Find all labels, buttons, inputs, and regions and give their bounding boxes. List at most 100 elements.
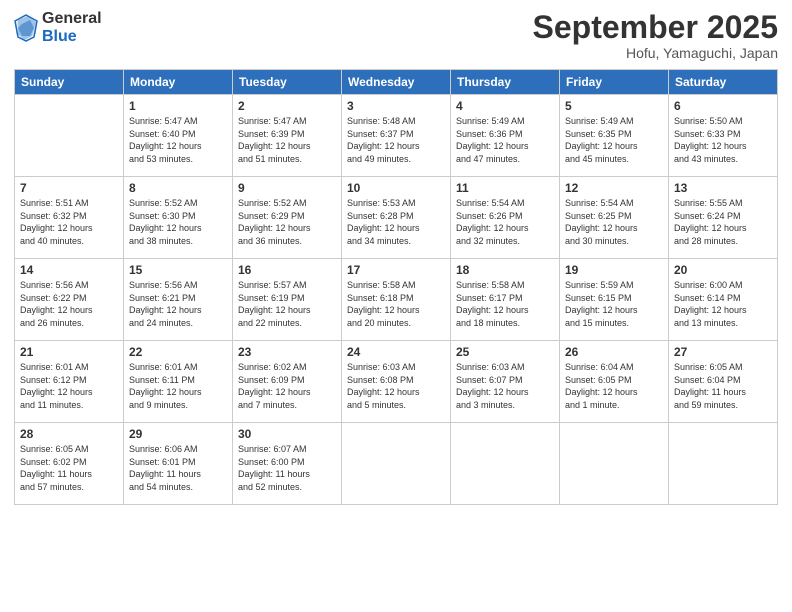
day-number: 19: [565, 263, 663, 277]
col-saturday: Saturday: [669, 70, 778, 95]
col-tuesday: Tuesday: [233, 70, 342, 95]
cell-info: Sunrise: 5:49 AM Sunset: 6:36 PM Dayligh…: [456, 115, 554, 165]
calendar-cell-w5-d6: [560, 423, 669, 505]
cell-info: Sunrise: 5:58 AM Sunset: 6:18 PM Dayligh…: [347, 279, 445, 329]
cell-info: Sunrise: 5:48 AM Sunset: 6:37 PM Dayligh…: [347, 115, 445, 165]
calendar-cell-w5-d5: [451, 423, 560, 505]
day-number: 27: [674, 345, 772, 359]
calendar-cell-w4-d7: 27 Sunrise: 6:05 AM Sunset: 6:04 PM Dayli…: [669, 341, 778, 423]
calendar-cell-w2-d5: 11 Sunrise: 5:54 AM Sunset: 6:26 PM Dayli…: [451, 177, 560, 259]
calendar-cell-w1-d2: 1 Sunrise: 5:47 AM Sunset: 6:40 PM Daylig…: [124, 95, 233, 177]
calendar-cell-w3-d3: 16 Sunrise: 5:57 AM Sunset: 6:19 PM Dayli…: [233, 259, 342, 341]
calendar-cell-w2-d6: 12 Sunrise: 5:54 AM Sunset: 6:25 PM Dayli…: [560, 177, 669, 259]
day-number: 23: [238, 345, 336, 359]
day-number: 2: [238, 99, 336, 113]
calendar-cell-w2-d7: 13Sunrise: 5:55 AM Sunset: 6:24 PM Dayli…: [669, 177, 778, 259]
title-block: September 2025 Hofu, Yamaguchi, Japan: [533, 10, 778, 61]
calendar-cell-w5-d2: 29 Sunrise: 6:06 AM Sunset: 6:01 PM Dayli…: [124, 423, 233, 505]
calendar-cell-w3-d6: 19 Sunrise: 5:59 AM Sunset: 6:15 PM Dayli…: [560, 259, 669, 341]
calendar-cell-w2-d1: 7 Sunrise: 5:51 AM Sunset: 6:32 PM Daylig…: [15, 177, 124, 259]
calendar-cell-w4-d4: 24 Sunrise: 6:03 AM Sunset: 6:08 PM Dayli…: [342, 341, 451, 423]
calendar-cell-w1-d7: 6Sunrise: 5:50 AM Sunset: 6:33 PM Daylig…: [669, 95, 778, 177]
col-friday: Friday: [560, 70, 669, 95]
cell-info: Sunrise: 5:55 AM Sunset: 6:24 PM Dayligh…: [674, 197, 772, 247]
calendar-cell-w4-d5: 25Sunrise: 6:03 AM Sunset: 6:07 PM Dayli…: [451, 341, 560, 423]
cell-info: Sunrise: 5:51 AM Sunset: 6:32 PM Dayligh…: [20, 197, 118, 247]
location: Hofu, Yamaguchi, Japan: [533, 45, 778, 61]
calendar-cell-w4-d6: 26 Sunrise: 6:04 AM Sunset: 6:05 PM Dayli…: [560, 341, 669, 423]
day-number: 28: [20, 427, 118, 441]
day-number: 15: [129, 263, 227, 277]
day-number: 10: [347, 181, 445, 195]
day-number: 7: [20, 181, 118, 195]
cell-info: Sunrise: 5:52 AM Sunset: 6:30 PM Dayligh…: [129, 197, 227, 247]
cell-info: Sunrise: 6:07 AM Sunset: 6:00 PM Dayligh…: [238, 443, 336, 493]
col-thursday: Thursday: [451, 70, 560, 95]
header: General Blue September 2025 Hofu, Yamagu…: [14, 10, 778, 61]
cell-info: Sunrise: 6:03 AM Sunset: 6:08 PM Dayligh…: [347, 361, 445, 411]
cell-info: Sunrise: 5:59 AM Sunset: 6:15 PM Dayligh…: [565, 279, 663, 329]
col-wednesday: Wednesday: [342, 70, 451, 95]
day-number: 4: [456, 99, 554, 113]
calendar-week-2: 7 Sunrise: 5:51 AM Sunset: 6:32 PM Daylig…: [15, 177, 778, 259]
cell-info: Sunrise: 6:03 AM Sunset: 6:07 PM Dayligh…: [456, 361, 554, 411]
calendar-cell-w5-d4: [342, 423, 451, 505]
cell-info: Sunrise: 6:02 AM Sunset: 6:09 PM Dayligh…: [238, 361, 336, 411]
calendar-cell-w4-d3: 23 Sunrise: 6:02 AM Sunset: 6:09 PM Dayli…: [233, 341, 342, 423]
cell-info: Sunrise: 5:53 AM Sunset: 6:28 PM Dayligh…: [347, 197, 445, 247]
cell-info: Sunrise: 5:56 AM Sunset: 6:22 PM Dayligh…: [20, 279, 118, 329]
cell-info: Sunrise: 6:05 AM Sunset: 6:02 PM Dayligh…: [20, 443, 118, 493]
day-number: 11: [456, 181, 554, 195]
cell-info: Sunrise: 5:54 AM Sunset: 6:26 PM Dayligh…: [456, 197, 554, 247]
day-number: 30: [238, 427, 336, 441]
logo: General Blue: [14, 10, 102, 45]
cell-info: Sunrise: 6:01 AM Sunset: 6:11 PM Dayligh…: [129, 361, 227, 411]
day-number: 20: [674, 263, 772, 277]
cell-info: Sunrise: 5:50 AM Sunset: 6:33 PM Dayligh…: [674, 115, 772, 165]
page: General Blue September 2025 Hofu, Yamagu…: [0, 0, 792, 612]
day-number: 12: [565, 181, 663, 195]
col-sunday: Sunday: [15, 70, 124, 95]
calendar-header-row: Sunday Monday Tuesday Wednesday Thursday…: [15, 70, 778, 95]
calendar-cell-w1-d4: 3Sunrise: 5:48 AM Sunset: 6:37 PM Daylig…: [342, 95, 451, 177]
cell-info: Sunrise: 6:00 AM Sunset: 6:14 PM Dayligh…: [674, 279, 772, 329]
cell-info: Sunrise: 6:01 AM Sunset: 6:12 PM Dayligh…: [20, 361, 118, 411]
day-number: 21: [20, 345, 118, 359]
calendar-cell-w3-d4: 17 Sunrise: 5:58 AM Sunset: 6:18 PM Dayli…: [342, 259, 451, 341]
calendar-week-1: 1 Sunrise: 5:47 AM Sunset: 6:40 PM Daylig…: [15, 95, 778, 177]
cell-info: Sunrise: 5:56 AM Sunset: 6:21 PM Dayligh…: [129, 279, 227, 329]
calendar-cell-w3-d2: 15 Sunrise: 5:56 AM Sunset: 6:21 PM Dayli…: [124, 259, 233, 341]
day-number: 8: [129, 181, 227, 195]
calendar-cell-w4-d2: 22 Sunrise: 6:01 AM Sunset: 6:11 PM Dayli…: [124, 341, 233, 423]
day-number: 18: [456, 263, 554, 277]
day-number: 24: [347, 345, 445, 359]
calendar-cell-w1-d5: 4 Sunrise: 5:49 AM Sunset: 6:36 PM Daylig…: [451, 95, 560, 177]
calendar-cell-w3-d1: 14Sunrise: 5:56 AM Sunset: 6:22 PM Dayli…: [15, 259, 124, 341]
calendar-cell-w3-d7: 20 Sunrise: 6:00 AM Sunset: 6:14 PM Dayli…: [669, 259, 778, 341]
day-number: 17: [347, 263, 445, 277]
cell-info: Sunrise: 5:52 AM Sunset: 6:29 PM Dayligh…: [238, 197, 336, 247]
day-number: 16: [238, 263, 336, 277]
day-number: 1: [129, 99, 227, 113]
day-number: 22: [129, 345, 227, 359]
calendar-cell-w2-d4: 10 Sunrise: 5:53 AM Sunset: 6:28 PM Dayli…: [342, 177, 451, 259]
calendar-week-3: 14Sunrise: 5:56 AM Sunset: 6:22 PM Dayli…: [15, 259, 778, 341]
calendar-cell-w2-d2: 8 Sunrise: 5:52 AM Sunset: 6:30 PM Daylig…: [124, 177, 233, 259]
day-number: 5: [565, 99, 663, 113]
cell-info: Sunrise: 6:05 AM Sunset: 6:04 PM Dayligh…: [674, 361, 772, 411]
cell-info: Sunrise: 5:57 AM Sunset: 6:19 PM Dayligh…: [238, 279, 336, 329]
logo-icon: [14, 14, 38, 42]
calendar-cell-w5-d1: 28 Sunrise: 6:05 AM Sunset: 6:02 PM Dayli…: [15, 423, 124, 505]
cell-info: Sunrise: 5:54 AM Sunset: 6:25 PM Dayligh…: [565, 197, 663, 247]
day-number: 29: [129, 427, 227, 441]
cell-info: Sunrise: 5:47 AM Sunset: 6:40 PM Dayligh…: [129, 115, 227, 165]
calendar-cell-w4-d1: 21 Sunrise: 6:01 AM Sunset: 6:12 PM Dayli…: [15, 341, 124, 423]
calendar-cell-w1-d6: 5 Sunrise: 5:49 AM Sunset: 6:35 PM Daylig…: [560, 95, 669, 177]
cell-info: Sunrise: 6:04 AM Sunset: 6:05 PM Dayligh…: [565, 361, 663, 411]
day-number: 26: [565, 345, 663, 359]
cell-info: Sunrise: 6:06 AM Sunset: 6:01 PM Dayligh…: [129, 443, 227, 493]
calendar-cell-w5-d7: [669, 423, 778, 505]
calendar-cell-w2-d3: 9Sunrise: 5:52 AM Sunset: 6:29 PM Daylig…: [233, 177, 342, 259]
calendar-cell-w3-d5: 18Sunrise: 5:58 AM Sunset: 6:17 PM Dayli…: [451, 259, 560, 341]
cell-info: Sunrise: 5:49 AM Sunset: 6:35 PM Dayligh…: [565, 115, 663, 165]
